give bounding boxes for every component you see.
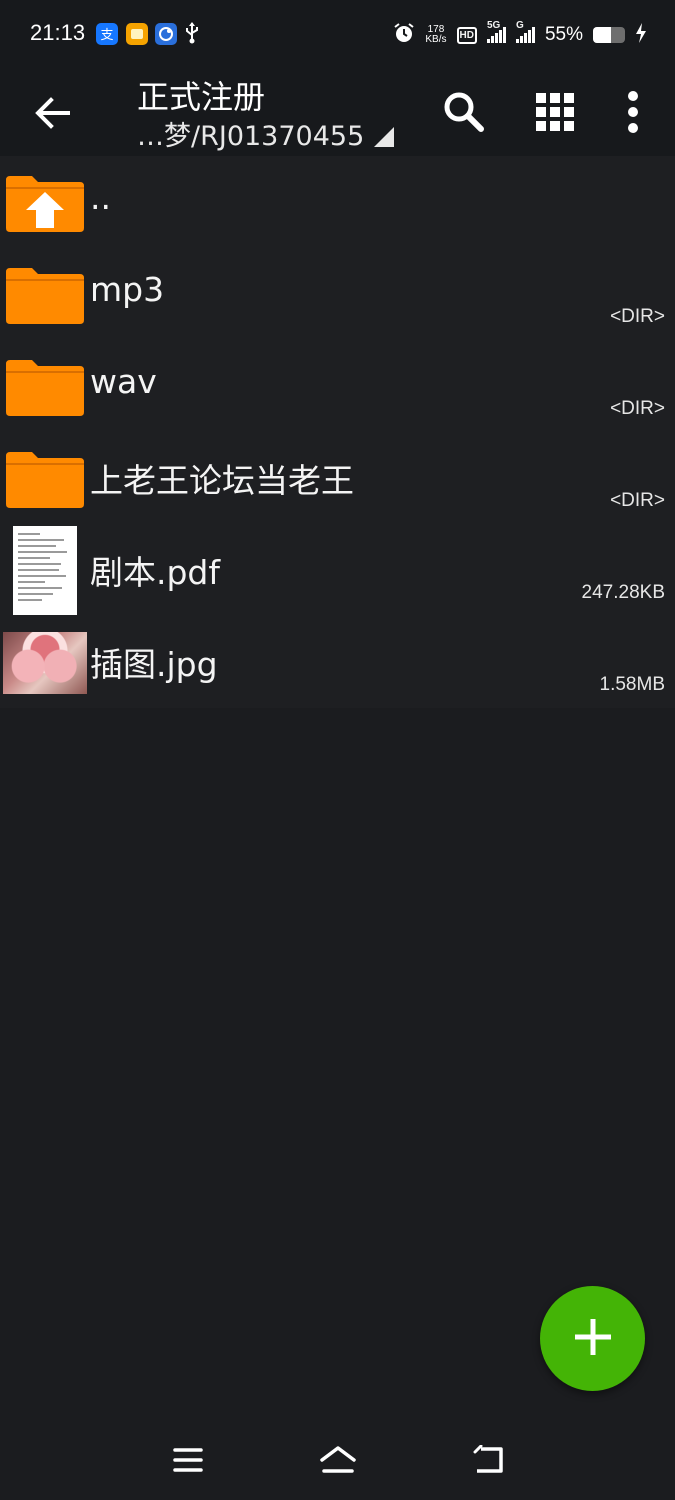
folder-icon: [4, 262, 86, 326]
path-dropdown[interactable]: …梦/RJ01370455: [137, 114, 395, 153]
list-item-mp3[interactable]: mp3 <DIR>: [0, 248, 675, 340]
list-item-folder-3[interactable]: 上老王论坛当老王 <DIR>: [0, 432, 675, 524]
signal-icon-2: G: [515, 20, 535, 43]
browser-app-icon: [155, 23, 177, 45]
file-name: 剧本.pdf: [90, 553, 221, 592]
file-meta: <DIR>: [610, 398, 665, 419]
battery-percent: 55%: [544, 24, 583, 45]
file-list: .. mp3 <DIR> wav <DIR> 上老王论坛当老王 <DIR> 剧本…: [0, 156, 675, 708]
list-item-parent[interactable]: ..: [0, 156, 675, 248]
battery-icon: [593, 27, 625, 43]
alipay-icon: 支: [96, 23, 118, 45]
search-icon[interactable]: [434, 82, 494, 142]
add-button[interactable]: [540, 1286, 645, 1391]
back-icon[interactable]: [466, 1440, 510, 1480]
back-arrow-icon[interactable]: [28, 88, 78, 138]
svg-text:支: 支: [100, 28, 113, 43]
charging-icon: [635, 23, 647, 47]
pdf-thumbnail: [13, 526, 77, 615]
file-meta: 247.28KB: [581, 582, 665, 603]
file-meta: 1.58MB: [599, 674, 665, 695]
home-icon[interactable]: [316, 1440, 360, 1480]
list-item-pdf[interactable]: 剧本.pdf 247.28KB: [0, 524, 675, 616]
path-label: …梦/RJ01370455: [137, 121, 365, 152]
file-meta: <DIR>: [610, 490, 665, 511]
signal-icon: 5G: [486, 20, 506, 43]
signal-g-label: G: [515, 20, 524, 31]
dropdown-triangle-icon: [374, 127, 395, 147]
network-speed: 178 KB/s: [425, 25, 446, 45]
folder-icon: [4, 354, 86, 418]
file-name: ..: [90, 178, 111, 217]
navigation-bar: [0, 1420, 675, 1500]
folder-icon: [4, 446, 86, 510]
file-name: 上老王论坛当老王: [90, 461, 354, 500]
more-vert-icon[interactable]: [603, 82, 663, 142]
file-meta: <DIR>: [610, 306, 665, 327]
list-item-jpg[interactable]: 插图.jpg 1.58MB: [0, 616, 675, 708]
page-title: 正式注册: [137, 78, 266, 116]
status-right-cluster: 178 KB/s HD 5G G 55%: [393, 20, 647, 50]
parent-folder-icon: [4, 170, 86, 234]
grid-view-icon[interactable]: [525, 82, 585, 142]
alarm-icon: [393, 22, 415, 48]
menu-icon[interactable]: [166, 1440, 210, 1480]
file-name: mp3: [90, 270, 165, 309]
app-toolbar: 正式注册 …梦/RJ01370455: [0, 66, 675, 156]
usb-icon: [183, 21, 201, 49]
plus-icon: [573, 1317, 613, 1361]
file-name: wav: [90, 362, 157, 401]
hd-badge: HD: [456, 26, 477, 44]
list-item-wav[interactable]: wav <DIR>: [0, 340, 675, 432]
status-time: 21:13: [30, 20, 86, 45]
notes-app-icon: [126, 23, 148, 45]
network-speed-unit: KB/s: [425, 34, 447, 45]
image-thumbnail: [3, 632, 87, 694]
signal-5g-label: 5G: [486, 20, 501, 31]
status-bar: 21:13 支 178 KB/s HD 5G G 55%: [0, 0, 675, 66]
file-name: 插图.jpg: [90, 645, 218, 684]
